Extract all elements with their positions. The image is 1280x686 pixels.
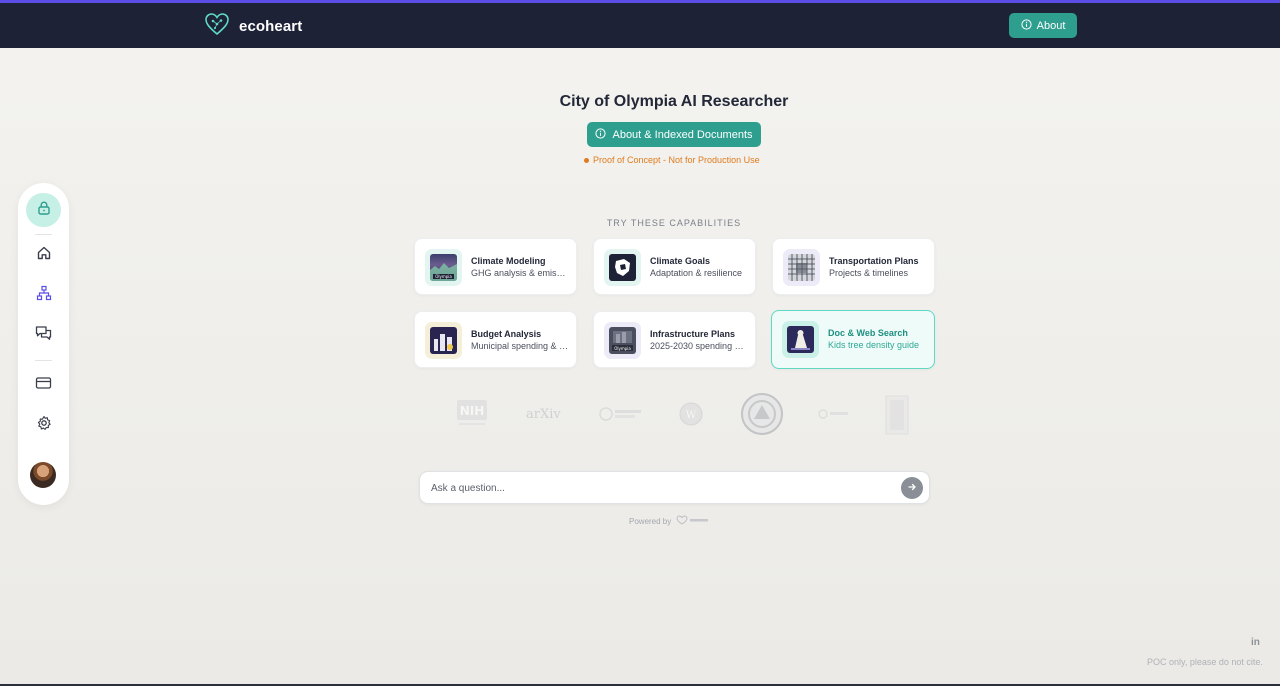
sidebar-item-sitemap[interactable] [26, 278, 61, 312]
capability-title: Climate Modeling [471, 256, 546, 266]
capability-title: Climate Goals [650, 256, 711, 266]
sidebar-divider [35, 360, 52, 361]
about-indexed-documents-button[interactable]: About & Indexed Documents [587, 122, 761, 147]
source-logo-icon [818, 407, 850, 425]
svg-text:W: W [686, 410, 697, 421]
seal-logo-icon [740, 393, 784, 440]
map-thumbnail [604, 249, 641, 286]
grid-map-thumbnail [783, 249, 820, 286]
capability-subtitle: GHG analysis & emissions [471, 268, 569, 278]
capability-card-climate-modeling[interactable]: Olympia Climate Modeling GHG analysis & … [414, 238, 577, 295]
ecoheart-logo-icon [204, 12, 230, 41]
ask-question-bar [419, 471, 930, 504]
docs-button-label: About & Indexed Documents [612, 128, 753, 141]
capability-card-doc-web-search[interactable]: Doc & Web Search Kids tree density guide [771, 310, 935, 369]
capability-title: Doc & Web Search [828, 328, 908, 338]
try-capabilities-label: TRY THESE CAPABILITIES [606, 218, 742, 228]
capability-subtitle: Municipal spending & budgets [471, 341, 569, 351]
home-icon [36, 245, 52, 266]
navbar: ecoheart About [0, 3, 1280, 48]
wikipedia-logo-icon: W [678, 401, 704, 432]
arrow-right-icon [907, 479, 917, 497]
capability-card-infrastructure-plans[interactable]: Olympia Infrastructure Plans 2025-2030 s… [593, 311, 756, 368]
capability-card-climate-goals[interactable]: Climate Goals Adaptation & resilience [593, 238, 756, 295]
svg-text:NIH: NIH [460, 404, 485, 418]
arxiv-logo-icon: arXiv [526, 403, 572, 430]
who-logo-icon [598, 405, 644, 428]
capability-title: Infrastructure Plans [650, 329, 736, 339]
capability-subtitle: Adaptation & resilience [650, 268, 743, 278]
capability-title: Budget Analysis [471, 329, 542, 339]
capability-card-transportation-plans[interactable]: Transportation Plans Projects & timeline… [772, 238, 935, 295]
status-dot-icon [584, 157, 589, 163]
ecoheart-mini-logo-icon [676, 515, 710, 527]
nih-logo-icon: NIH [455, 398, 495, 435]
user-avatar[interactable] [30, 462, 56, 488]
ask-question-input[interactable] [431, 480, 891, 496]
sitemap-icon [36, 285, 52, 306]
capability-card-budget-analysis[interactable]: Budget Analysis Municipal spending & bud… [414, 311, 577, 368]
info-icon [1021, 18, 1032, 33]
footer-note: POC only, please do not cite. [1147, 657, 1263, 667]
capability-subtitle: Kids tree density guide [828, 340, 920, 350]
info-icon [595, 127, 607, 142]
capability-title: Transportation Plans [829, 256, 919, 266]
sidebar-item-chat[interactable] [26, 318, 61, 352]
brand[interactable]: ecoheart [204, 12, 302, 41]
powered-by: Powered by [629, 515, 710, 527]
brand-name: ecoheart [239, 18, 303, 35]
search-doc-thumbnail [782, 321, 819, 358]
capability-subtitle: 2025-2030 spending plans [650, 341, 748, 351]
olympia-poster-thumbnail: Olympia [425, 249, 462, 286]
svg-text:Olympia: Olympia [614, 346, 631, 351]
poc-notice-text: Proof of Concept - Not for Production Us… [593, 155, 760, 165]
chat-icon [35, 325, 52, 346]
svg-text:Olympia: Olympia [435, 274, 452, 279]
svg-text:arXiv: arXiv [526, 407, 561, 422]
sidebar [18, 183, 69, 505]
credit-card-icon [35, 376, 52, 395]
source-logos: NIH arXiv W [0, 393, 1280, 435]
document-logo-icon [884, 394, 920, 441]
about-button[interactable]: About [1009, 13, 1077, 38]
powered-by-text: Powered by [629, 516, 672, 526]
linkedin-icon[interactable]: in [1251, 637, 1260, 648]
sidebar-divider [35, 234, 52, 235]
poc-notice: Proof of Concept - Not for Production Us… [584, 155, 760, 165]
capability-subtitle: Projects & timelines [829, 268, 909, 278]
sidebar-item-home[interactable] [26, 238, 61, 272]
city-budget-thumbnail [425, 322, 462, 359]
page-title: City of Olympia AI Researcher [559, 93, 789, 110]
send-button[interactable] [901, 477, 923, 499]
about-button-label: About [1036, 19, 1066, 32]
olympia-doc-thumbnail: Olympia [604, 322, 641, 359]
